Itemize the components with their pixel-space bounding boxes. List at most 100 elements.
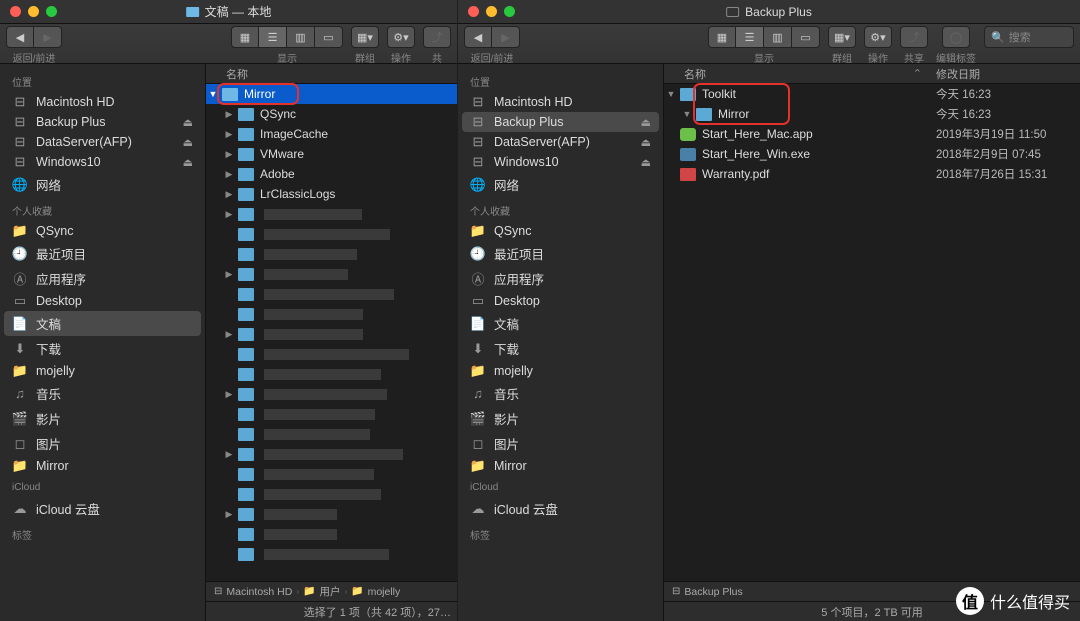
eject-icon[interactable]: ⏏ xyxy=(641,156,651,169)
sidebar-item[interactable]: Ⓐ应用程序 xyxy=(458,266,663,291)
file-row-redacted[interactable] xyxy=(206,284,457,304)
back-button[interactable]: ◀ xyxy=(6,26,34,48)
file-row-redacted[interactable] xyxy=(206,344,457,364)
sidebar-item[interactable]: ▭Desktop xyxy=(0,291,205,311)
group-button[interactable]: ▦▾ xyxy=(351,26,379,48)
sidebar-item[interactable]: ▭Desktop xyxy=(458,291,663,311)
sidebar-item[interactable]: ♫音乐 xyxy=(458,381,663,406)
file-row[interactable]: ▼Mirror xyxy=(206,84,457,104)
eject-icon[interactable]: ⏏ xyxy=(183,116,193,129)
disclosure-arrow[interactable]: ▼ xyxy=(206,89,220,99)
sidebar-item[interactable]: ☁iCloud 云盘 xyxy=(458,496,663,521)
file-row-redacted[interactable]: ▶ xyxy=(206,444,457,464)
action-button[interactable]: ⚙▾ xyxy=(387,26,415,48)
list-view-button[interactable]: ☰ xyxy=(259,26,287,48)
sidebar-item[interactable]: ⊟DataServer(AFP)⏏ xyxy=(0,132,205,152)
share-button[interactable]: ⤴ xyxy=(423,26,451,48)
file-row-redacted[interactable] xyxy=(206,244,457,264)
close-button[interactable] xyxy=(10,6,21,17)
icon-view-button[interactable]: ▦ xyxy=(708,26,736,48)
sidebar-item[interactable]: 🕘最近项目 xyxy=(0,241,205,266)
file-list[interactable]: ▼Mirror▶QSync▶ImageCache▶VMware▶Adobe▶Lr… xyxy=(206,84,457,581)
sidebar-item[interactable]: ⊟Windows10⏏ xyxy=(458,152,663,172)
eject-icon[interactable]: ⏏ xyxy=(183,136,193,149)
file-row[interactable]: ▶LrClassicLogs xyxy=(206,184,457,204)
file-row[interactable]: ▼Toolkit今天 16:23 xyxy=(664,84,1080,104)
maximize-button[interactable] xyxy=(504,6,515,17)
file-row[interactable]: ▶Adobe xyxy=(206,164,457,184)
tags-button[interactable]: ◯ xyxy=(942,26,970,48)
path-segment[interactable]: Backup Plus xyxy=(684,586,742,598)
path-segment[interactable]: Macintosh HD xyxy=(226,586,292,598)
col-name[interactable]: 名称 xyxy=(664,66,913,82)
sidebar-item[interactable]: 📄文稿 xyxy=(458,311,663,336)
sidebar-item[interactable]: ⊟DataServer(AFP)⏏ xyxy=(458,132,663,152)
back-button[interactable]: ◀ xyxy=(464,26,492,48)
file-row-redacted[interactable] xyxy=(206,404,457,424)
sidebar-item[interactable]: ♫音乐 xyxy=(0,381,205,406)
disclosure-arrow[interactable]: ▶ xyxy=(222,189,236,200)
titlebar[interactable]: Backup Plus xyxy=(458,0,1080,24)
file-row-redacted[interactable] xyxy=(206,304,457,324)
sidebar-item[interactable]: 🎬影片 xyxy=(458,406,663,431)
sidebar-item[interactable]: ⊟Backup Plus⏏ xyxy=(462,112,659,132)
sidebar-item[interactable]: 📁QSync xyxy=(0,221,205,241)
sidebar-item[interactable]: Ⓐ应用程序 xyxy=(0,266,205,291)
file-row[interactable]: Start_Here_Mac.app2019年3月19日 11:50 xyxy=(664,124,1080,144)
close-button[interactable] xyxy=(468,6,479,17)
file-row[interactable]: ▼Mirror今天 16:23 xyxy=(664,104,1080,124)
col-date[interactable]: 修改日期 xyxy=(930,66,1080,82)
disclosure-arrow[interactable]: ▼ xyxy=(680,109,694,119)
file-row-redacted[interactable] xyxy=(206,464,457,484)
sidebar-item[interactable]: 🌐网络 xyxy=(0,172,205,197)
file-row-redacted[interactable]: ▶ xyxy=(206,384,457,404)
file-row-redacted[interactable] xyxy=(206,524,457,544)
eject-icon[interactable]: ⏏ xyxy=(641,116,651,129)
file-row-redacted[interactable] xyxy=(206,544,457,564)
disclosure-arrow[interactable]: ▶ xyxy=(222,149,236,160)
sidebar-item[interactable]: 🕘最近项目 xyxy=(458,241,663,266)
sidebar-item[interactable]: ⊟Macintosh HD xyxy=(0,92,205,112)
file-row-redacted[interactable] xyxy=(206,364,457,384)
forward-button[interactable]: ▶ xyxy=(492,26,520,48)
column-header[interactable]: 名称 ⌃ 修改日期 xyxy=(664,64,1080,84)
file-row[interactable]: ▶ImageCache xyxy=(206,124,457,144)
path-bar[interactable]: ⊟Macintosh HD›📁用户›📁mojelly xyxy=(206,581,457,601)
action-button[interactable]: ⚙▾ xyxy=(864,26,892,48)
file-row-redacted[interactable]: ▶ xyxy=(206,504,457,524)
share-button[interactable]: ⤴ xyxy=(900,26,928,48)
minimize-button[interactable] xyxy=(28,6,39,17)
file-row-redacted[interactable] xyxy=(206,484,457,504)
path-segment[interactable]: mojelly xyxy=(368,586,401,598)
sidebar-item[interactable]: ☁iCloud 云盘 xyxy=(0,496,205,521)
sidebar-item[interactable]: ◻图片 xyxy=(0,431,205,456)
sidebar-item[interactable]: 📁mojelly xyxy=(458,361,663,381)
eject-icon[interactable]: ⏏ xyxy=(183,156,193,169)
minimize-button[interactable] xyxy=(486,6,497,17)
file-row[interactable]: Warranty.pdf2018年7月26日 15:31 xyxy=(664,164,1080,184)
sidebar-item[interactable]: 🎬影片 xyxy=(0,406,205,431)
file-list[interactable]: ▼Toolkit今天 16:23▼Mirror今天 16:23Start_Her… xyxy=(664,84,1080,581)
sidebar-item[interactable]: 📄文稿 xyxy=(4,311,201,336)
gallery-view-button[interactable]: ▭ xyxy=(792,26,820,48)
group-button[interactable]: ▦▾ xyxy=(828,26,856,48)
sidebar-item[interactable]: 📁Mirror xyxy=(458,456,663,476)
sidebar-item[interactable]: 📁Mirror xyxy=(0,456,205,476)
disclosure-arrow[interactable]: ▶ xyxy=(222,109,236,120)
sidebar-item[interactable]: ⊟Macintosh HD xyxy=(458,92,663,112)
icon-view-button[interactable]: ▦ xyxy=(231,26,259,48)
disclosure-arrow[interactable]: ▶ xyxy=(222,169,236,180)
forward-button[interactable]: ▶ xyxy=(34,26,62,48)
file-row-redacted[interactable] xyxy=(206,224,457,244)
search-input[interactable]: 🔍 搜索 xyxy=(984,26,1074,48)
sidebar-item[interactable]: ⬇下载 xyxy=(458,336,663,361)
file-row-redacted[interactable]: ▶ xyxy=(206,204,457,224)
sidebar-item[interactable]: 📁QSync xyxy=(458,221,663,241)
sidebar-item[interactable]: 🌐网络 xyxy=(458,172,663,197)
path-segment[interactable]: 用户 xyxy=(319,584,340,599)
sidebar-item[interactable]: ◻图片 xyxy=(458,431,663,456)
column-header[interactable]: 名称 xyxy=(206,64,457,84)
file-row[interactable]: Start_Here_Win.exe2018年2月9日 07:45 xyxy=(664,144,1080,164)
maximize-button[interactable] xyxy=(46,6,57,17)
file-row[interactable]: ▶VMware xyxy=(206,144,457,164)
